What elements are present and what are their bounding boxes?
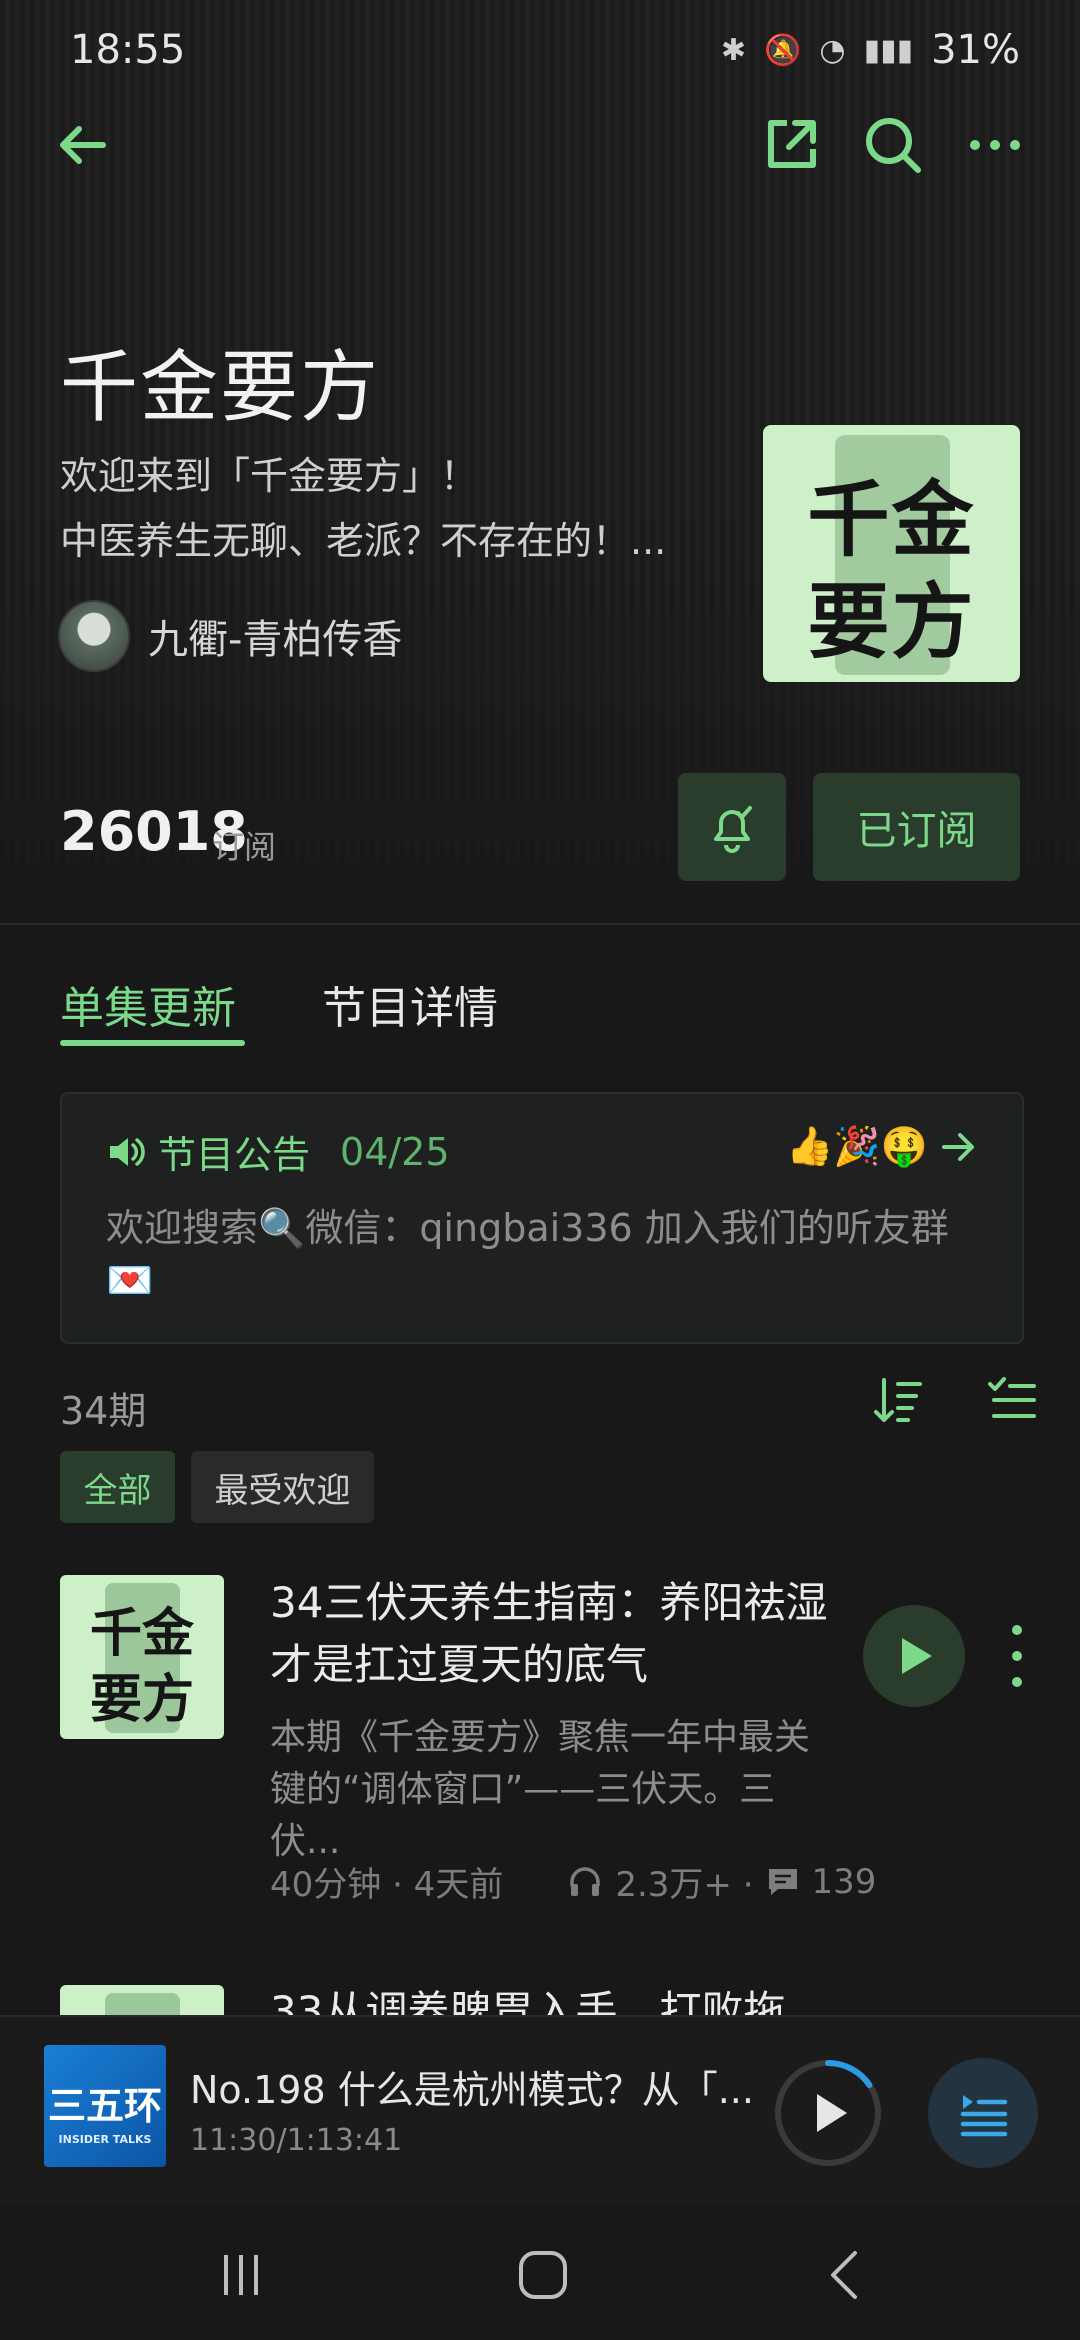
episode-comments: 139 [811,1861,877,1902]
arrow-right-icon [942,1132,974,1161]
playlist-button[interactable] [928,2058,1038,2168]
notice-body: 欢迎搜索🔍微信：qingbai336 加入我们的听友群💌 [106,1206,949,1302]
podcast-title: 千金要方 [60,343,381,433]
author-row[interactable]: 九衢-青柏传香 [58,600,402,672]
home-icon [519,2251,567,2299]
notice-emoji-text: 👍🎉🤑 [786,1124,928,1168]
notice-date: 04/25 [340,1129,450,1174]
author-avatar [58,600,130,672]
status-time: 18:55 [70,27,186,73]
share-button[interactable] [756,110,826,180]
headphones-icon [570,1866,601,1896]
notice-title: 节目公告 [158,1133,311,1177]
more-button[interactable] [960,110,1030,180]
more-vertical-icon [1012,1625,1022,1635]
back-nav-button[interactable] [800,2240,890,2310]
recent-apps-button[interactable] [196,2240,286,2310]
recent-apps-icon [224,2255,258,2295]
player-title: No.198 什么是杭州模式？从「... [190,2068,754,2112]
chevron-left-icon [831,2251,857,2299]
episode-duration-age: 40分钟 · 4天前 [270,1865,504,1905]
notice-header: 节目公告 04/25 [106,1124,450,1179]
signal-icon: ▮▮▮ [863,32,914,68]
tab-active-indicator [60,1040,245,1046]
player-cover-subtitle: INSIDER TALKS [58,2133,152,2146]
sort-button[interactable] [868,1370,928,1430]
progress-ring [775,2060,881,2166]
podcast-cover: 千金 要方 [763,425,1020,682]
divider [0,923,1080,925]
episode-play-button[interactable] [863,1605,965,1707]
mute-icon: 🔕 [764,32,802,68]
status-bar: 18:55 ✱ 🔕 ◔ ▮▮▮ 31% [70,20,1020,80]
play-icon [902,1638,932,1674]
episode-cover[interactable]: 千金 要方 [60,1575,224,1739]
share-icon [768,120,816,168]
mini-player[interactable]: 三五环 INSIDER TALKS No.198 什么是杭州模式？从「... 1… [0,2015,1080,2207]
subscribed-button[interactable]: 已订阅 [813,773,1020,881]
more-horizontal-icon [970,140,1020,150]
multi-select-button[interactable] [982,1370,1042,1430]
notification-button[interactable] [678,773,786,881]
more-vertical-icon-dot [1012,1651,1022,1661]
podcast-description-line2[interactable]: 中医养生无聊、老派？不存在的！... [60,510,666,565]
tab-episodes[interactable]: 单集更新 [60,972,236,1036]
episode-count: 34期 [60,1389,147,1433]
cover-text-line1: 千金 [89,1603,194,1664]
arrow-left-icon [60,126,106,164]
more-vertical-icon-dot [1012,1677,1022,1687]
episode-meta: 40分钟 · 4天前 2.3万+ · 139 [270,1857,876,1906]
bell-check-icon [714,806,752,853]
cover-text-line2: 要方 [807,574,976,670]
battery-text: 31% [931,27,1020,73]
search-button[interactable] [858,110,928,180]
player-cover: 三五环 INSIDER TALKS [44,2045,166,2167]
play-icon [817,2094,847,2132]
playlist-icon [960,2095,1008,2137]
checklist-icon [988,1377,1036,1418]
tab-details[interactable]: 节目详情 [322,972,498,1036]
player-cover-title: 三五环 [47,2084,162,2128]
player-play-button[interactable] [773,2058,883,2168]
cover-text-line2: 要方 [89,1669,194,1730]
author-name: 九衢-青柏传香 [148,617,403,663]
episode-title[interactable]: 34三伏天养生指南：养阳祛湿才是扛过夏天的底气 [270,1572,830,1696]
comment-icon [768,1868,797,1895]
wifi-icon: ◔ [819,32,846,68]
episode-description[interactable]: 本期《千金要方》聚焦一年中最关键的“调体窗口”——三伏天。三伏... [270,1712,840,1868]
notice-emojis: 👍🎉🤑 [786,1124,978,1169]
podcast-description-line1: 欢迎来到「千金要方」！ [60,454,479,498]
home-button[interactable] [498,2240,588,2310]
system-nav-bar [0,2205,1080,2340]
notice-card[interactable]: 节目公告 04/25 👍🎉🤑 欢迎搜索🔍微信：qingbai336 加入我们的听… [60,1092,1024,1344]
subscriber-label: 订阅 [212,828,277,866]
episode-more-button[interactable] [1002,1625,1032,1687]
filter-popular[interactable]: 最受欢迎 [191,1451,374,1523]
sort-icon [874,1378,922,1422]
search-icon [866,118,921,173]
player-time: 11:30/1:13:41 [190,2123,403,2158]
status-icons: ✱ 🔕 ◔ ▮▮▮ 31% [721,27,1020,73]
episode-plays: 2.3万+ · [615,1865,754,1905]
back-button[interactable] [48,110,118,180]
bluetooth-icon: ✱ [720,32,747,68]
filter-all[interactable]: 全部 [60,1451,175,1523]
speaker-icon [110,1137,145,1166]
